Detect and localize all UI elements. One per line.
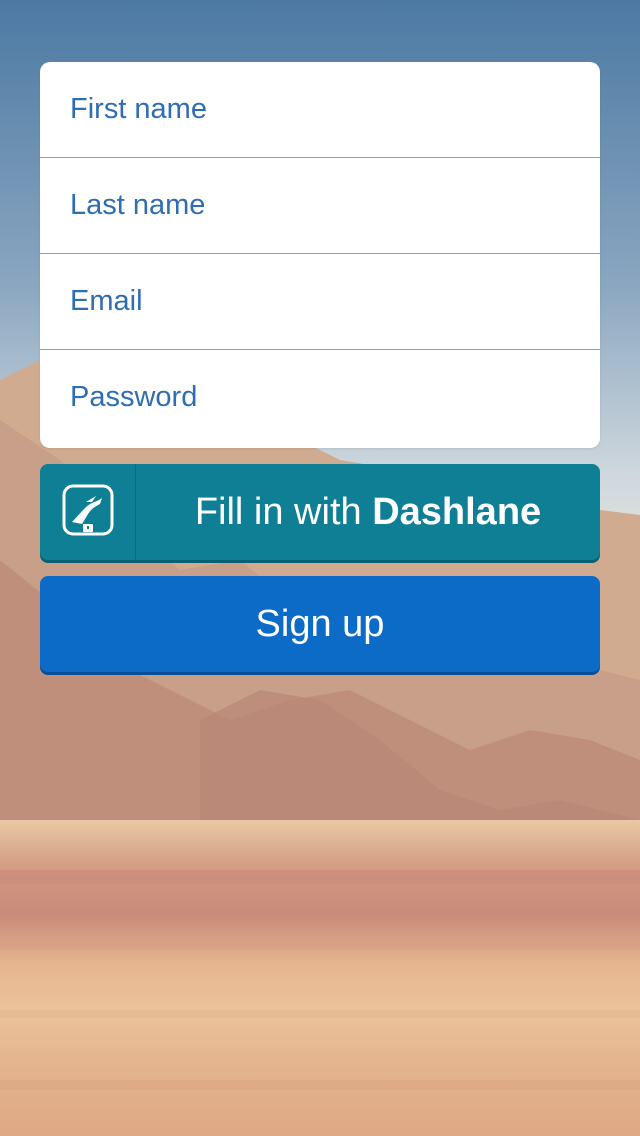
first-name-row bbox=[40, 62, 600, 158]
email-field[interactable] bbox=[40, 254, 600, 349]
dashlane-label-prefix: Fill in with bbox=[194, 490, 373, 533]
signup-form bbox=[40, 62, 600, 448]
dashlane-logo-cell bbox=[40, 464, 136, 560]
password-field[interactable] bbox=[40, 350, 600, 445]
sign-up-label: Sign up bbox=[255, 602, 385, 645]
first-name-field[interactable] bbox=[40, 62, 600, 157]
password-row bbox=[40, 350, 600, 445]
last-name-field[interactable] bbox=[40, 158, 600, 253]
dashlane-brand-text: Dashlane bbox=[372, 490, 542, 533]
dashlane-button-label: Fill in with Dashlane bbox=[136, 491, 600, 534]
sign-up-button[interactable]: Sign up bbox=[40, 576, 600, 672]
fill-with-dashlane-button[interactable]: Fill in with Dashlane bbox=[40, 464, 600, 560]
email-row bbox=[40, 254, 600, 350]
last-name-row bbox=[40, 158, 600, 254]
dashlane-logo-icon bbox=[62, 484, 114, 541]
